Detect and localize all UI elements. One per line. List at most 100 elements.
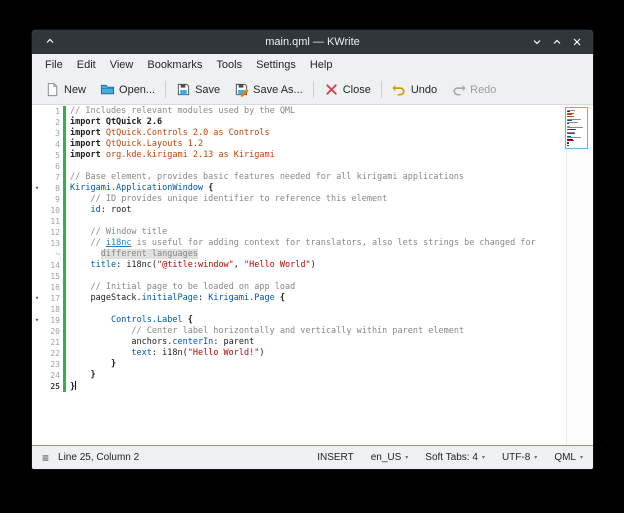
scrollbar-track[interactable]: [566, 105, 593, 445]
menu-tools[interactable]: Tools: [209, 57, 249, 73]
code-line[interactable]: 21 anchors.centerIn: parent: [32, 337, 593, 348]
code-line[interactable]: 16 // Initial page to be loaded on app l…: [32, 282, 593, 293]
titlebar[interactable]: main.qml — KWrite: [32, 30, 593, 54]
statusbar-en-us[interactable]: en_US▾: [371, 452, 409, 463]
code-text: text: i18n("Hello World!"): [66, 348, 265, 359]
close-document-icon: [324, 82, 339, 97]
fold-gutter: [32, 282, 42, 293]
code-line[interactable]: ▾8Kirigami.ApplicationWindow {: [32, 183, 593, 194]
save-button[interactable]: Save: [169, 79, 227, 100]
chevron-down-icon: [532, 37, 542, 47]
code-line[interactable]: ▾19 Controls.Label {: [32, 315, 593, 326]
code-line[interactable]: 4import QtQuick.Layouts 1.2: [32, 139, 593, 150]
statusbar-widgets: INSERT en_US▾ Soft Tabs: 4▾ UTF-8▾ QML▾: [317, 452, 583, 463]
code-text: pageStack.initialPage: Kirigami.Page {: [66, 293, 285, 304]
code-line[interactable]: 2import QtQuick 2.6: [32, 117, 593, 128]
chevron-down-icon: ▾: [534, 454, 537, 461]
line-number: 24: [42, 370, 63, 381]
editor[interactable]: 1// Includes relevant modules used by th…: [32, 105, 593, 446]
menu-file[interactable]: File: [38, 57, 70, 73]
menu-view[interactable]: View: [103, 57, 141, 73]
code-text: // i18nc is useful for adding context fo…: [66, 238, 536, 249]
code-line[interactable]: 25}: [32, 381, 593, 392]
code-text: }: [66, 370, 96, 381]
cursor-position[interactable]: Line 25, Column 2: [58, 452, 139, 463]
toolbar: New Open... SaveSave As... Close Undo Redo: [32, 75, 593, 105]
toolbar-button-label: Open...: [119, 84, 155, 96]
keep-above-button[interactable]: [45, 33, 55, 51]
close-document-button[interactable]: Close: [317, 79, 378, 100]
line-number: 9: [42, 194, 63, 205]
code-line[interactable]: 10 id: root: [32, 205, 593, 216]
code-text: // Window title: [66, 227, 167, 238]
line-number: 1: [42, 106, 63, 117]
chevron-down-icon: ▾: [405, 454, 408, 461]
code-line[interactable]: 18: [32, 304, 593, 315]
code-line[interactable]: ↪ different languages: [32, 249, 593, 260]
hamburger-menu-icon[interactable]: ≡: [42, 453, 49, 463]
fold-gutter: [32, 128, 42, 139]
line-number: 23: [42, 359, 63, 370]
code-line[interactable]: 11: [32, 216, 593, 227]
minimap-line: [567, 123, 569, 124]
statusbar-insert[interactable]: INSERT: [317, 452, 354, 463]
code-line[interactable]: 12 // Window title: [32, 227, 593, 238]
code-text: anchors.centerIn: parent: [66, 337, 254, 348]
menu-edit[interactable]: Edit: [70, 57, 103, 73]
code-text: // Initial page to be loaded on app load: [66, 282, 295, 293]
code-text: import QtQuick.Controls 2.0 as Controls: [66, 128, 270, 139]
statusbar-soft-tabs-4[interactable]: Soft Tabs: 4▾: [425, 452, 485, 463]
code-line[interactable]: ▾17 pageStack.initialPage: Kirigami.Page…: [32, 293, 593, 304]
code-line[interactable]: 20 // Center label horizontally and vert…: [32, 326, 593, 337]
code-line[interactable]: 14 title: i18nc("@title:window", "Hello …: [32, 260, 593, 271]
statusbar-qml[interactable]: QML▾: [554, 452, 583, 463]
toolbar-button-label: Redo: [470, 84, 496, 96]
code-text: import QtQuick.Layouts 1.2: [66, 139, 203, 150]
open-folder-button[interactable]: Open...: [93, 79, 162, 100]
code-text: }: [66, 381, 76, 392]
code-text: // Base element, provides basic features…: [66, 172, 464, 183]
new-document-button[interactable]: New: [38, 79, 93, 100]
toolbar-button-label: New: [64, 84, 86, 96]
code-line[interactable]: 22 text: i18n("Hello World!"): [32, 348, 593, 359]
menu-bookmarks[interactable]: Bookmarks: [140, 57, 209, 73]
code-text: id: root: [66, 205, 131, 216]
code-line[interactable]: 3import QtQuick.Controls 2.0 as Controls: [32, 128, 593, 139]
fold-marker-icon[interactable]: ▾: [32, 315, 42, 326]
statusbar-utf-8[interactable]: UTF-8▾: [502, 452, 537, 463]
code-line[interactable]: 24 }: [32, 370, 593, 381]
code-text: [66, 161, 70, 172]
toolbar-separator: [381, 81, 382, 98]
code-line[interactable]: 1// Includes relevant modules used by th…: [32, 106, 593, 117]
minimap-line: [567, 116, 574, 117]
new-document-icon: [45, 82, 60, 97]
code-line[interactable]: 15: [32, 271, 593, 282]
line-number: 14: [42, 260, 63, 271]
minimap[interactable]: [565, 107, 588, 149]
code-text: // ID provides unique identifier to refe…: [66, 194, 387, 205]
minimize-button[interactable]: [532, 37, 542, 47]
fold-gutter: [32, 249, 42, 260]
save-as-button[interactable]: Save As...: [227, 79, 310, 100]
code-line[interactable]: 5import org.kde.kirigami 2.13 as Kirigam…: [32, 150, 593, 161]
code-line[interactable]: 9 // ID provides unique identifier to re…: [32, 194, 593, 205]
code-line[interactable]: 13 // i18nc is useful for adding context…: [32, 238, 593, 249]
fold-gutter: [32, 106, 42, 117]
fold-gutter: [32, 150, 42, 161]
code-line[interactable]: 7// Base element, provides basic feature…: [32, 172, 593, 183]
toolbar-button-label: Close: [343, 84, 371, 96]
code-line[interactable]: 23 }: [32, 359, 593, 370]
undo-button[interactable]: Undo: [385, 79, 444, 100]
fold-gutter: [32, 205, 42, 216]
save-icon: [176, 82, 191, 97]
line-number: 12: [42, 227, 63, 238]
menu-help[interactable]: Help: [303, 57, 340, 73]
code-line[interactable]: 6: [32, 161, 593, 172]
menu-settings[interactable]: Settings: [249, 57, 303, 73]
fold-gutter: [32, 348, 42, 359]
maximize-button[interactable]: [552, 37, 562, 47]
fold-marker-icon[interactable]: ▾: [32, 293, 42, 304]
close-button[interactable]: [572, 37, 582, 47]
line-number: 17: [42, 293, 63, 304]
fold-marker-icon[interactable]: ▾: [32, 183, 42, 194]
